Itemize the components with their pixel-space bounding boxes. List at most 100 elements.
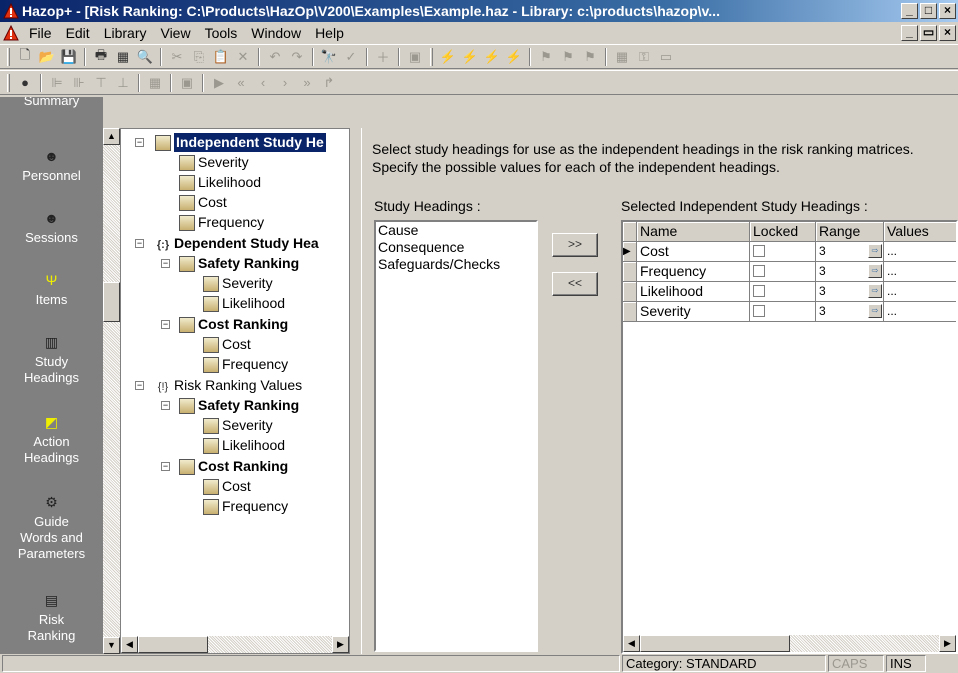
table-cell-values[interactable]: ... [884,242,956,262]
action-tool-1-icon[interactable]: ⚑ [536,47,556,67]
grid-scroll-thumb[interactable] [640,635,790,652]
delete-icon[interactable]: ✕ [233,47,253,67]
close-button[interactable]: × [939,3,956,19]
list-item[interactable]: Safeguards/Checks [376,256,536,273]
tree-hscrollbar[interactable]: ◀ ▶ [121,636,349,653]
record-icon[interactable]: ● [15,73,35,93]
collapse-icon[interactable]: − [161,320,170,329]
first-icon[interactable]: « [231,73,251,93]
table-cell-range[interactable]: 3 ⇨ [816,242,884,262]
tree-node[interactable]: Safety Ranking [179,254,299,273]
tree-node[interactable]: Likelihood [203,436,285,455]
mdi-close-button[interactable]: × [939,25,956,41]
grid-icon[interactable]: ▦ [145,73,165,93]
table-cell-values[interactable]: ... [884,282,956,302]
study-tree[interactable]: − Independent Study He Severity Likeliho… [120,128,350,654]
locked-checkbox[interactable] [750,242,816,262]
menu-help[interactable]: Help [308,24,351,42]
tree-node[interactable]: Likelihood [179,173,261,192]
collapse-icon[interactable]: − [135,239,144,248]
table-cell-range[interactable]: 3 ⇨ [816,262,884,282]
table-cell-name[interactable]: Severity [637,302,750,322]
locked-checkbox[interactable] [750,302,816,322]
risk-tool-3-icon[interactable]: ⚡ [482,47,502,67]
last-icon[interactable]: » [297,73,317,93]
key-icon[interactable]: ⚿ [634,47,654,67]
column-header-values[interactable]: Values [884,222,956,242]
range-edit-icon[interactable]: ⇨ [868,264,882,278]
nav-action-headings[interactable]: ◩ Action Headings [0,413,103,466]
menu-file[interactable]: File [22,24,59,42]
scroll-right-icon[interactable]: ▶ [332,636,349,653]
table-cell-values[interactable]: ... [884,262,956,282]
paste-icon[interactable]: 📋 [211,47,231,67]
tree-node[interactable]: Severity [179,153,249,172]
properties-icon[interactable]: ▣ [405,47,425,67]
tree-node[interactable]: Frequency [179,213,264,232]
nav-summary[interactable]: Summary [0,97,103,109]
print-preview-icon[interactable]: 🔍 [135,47,155,67]
find-icon[interactable]: 🔭 [319,47,339,67]
selected-headings-grid[interactable]: Name Locked Range Values ▶ Cost 3 ⇨ ... F… [621,220,958,654]
risk-tool-1-icon[interactable]: ⚡ [438,47,458,67]
add-icon[interactable]: ＋ [373,47,393,67]
nav-guide-words[interactable]: ⚙ Guide Words and Parameters [0,493,103,562]
align-top-icon[interactable]: ⊤ [91,73,111,93]
spelling-icon[interactable]: ✓ [341,47,361,67]
tree-node[interactable]: Cost [179,193,227,212]
range-edit-icon[interactable]: ⇨ [868,284,882,298]
risk-tool-4-icon[interactable]: ⚡ [504,47,524,67]
list-item[interactable]: Cause [376,222,536,239]
remove-heading-button[interactable]: << [552,272,598,296]
table-cell-range[interactable]: 3 ⇨ [816,302,884,322]
scroll-up-icon[interactable]: ▲ [103,128,120,145]
mdi-restore-button[interactable]: ▭ [920,25,937,41]
risk-tool-2-icon[interactable]: ⚡ [460,47,480,67]
toolbar-grip-2[interactable] [7,73,10,92]
checkbox-icon[interactable] [753,285,765,297]
tree-node[interactable]: Severity [203,416,273,435]
nav-study-headings[interactable]: ▥ Study Headings [0,333,103,386]
nav-sessions[interactable]: ☻ Sessions [0,209,103,246]
table-icon[interactable]: ▦ [612,47,632,67]
tree-node[interactable]: Safety Ranking [179,396,299,415]
save-icon[interactable]: 💾 [59,47,79,67]
table-cell-name[interactable]: Cost [637,242,750,262]
add-heading-button[interactable]: >> [552,233,598,257]
menu-window[interactable]: Window [244,24,308,42]
nav-scrollbar[interactable]: ▲ ▼ [103,128,120,654]
tree-scroll-thumb[interactable] [138,636,208,653]
form-icon[interactable]: ▭ [656,47,676,67]
collapse-icon[interactable]: − [161,462,170,471]
collapse-icon[interactable]: − [135,381,144,390]
tree-node[interactable]: {!} Risk Ranking Values [155,376,302,395]
action-tool-3-icon[interactable]: ⚑ [580,47,600,67]
nav-items[interactable]: Ψ Items [0,271,103,308]
tree-node[interactable]: Severity [203,274,273,293]
table-cell-values[interactable]: ... [884,302,956,322]
toolbar-grip[interactable] [7,47,10,66]
table-cell-name[interactable]: Frequency [637,262,750,282]
tree-node[interactable]: Likelihood [203,294,285,313]
tree-node[interactable]: Cost Ranking [179,315,288,334]
mdi-minimize-button[interactable]: _ [901,25,918,41]
tree-node[interactable]: Independent Study He [155,132,327,153]
copy-icon[interactable]: ⎘ [189,47,209,67]
scroll-left-icon[interactable]: ◀ [623,635,640,652]
menu-edit[interactable]: Edit [59,24,97,42]
list-item[interactable]: Consequence [376,239,536,256]
scroll-left-icon[interactable]: ◀ [121,636,138,653]
tree-node[interactable]: {:} Dependent Study Hea [155,234,319,253]
maximize-button[interactable]: □ [920,3,937,19]
previous-icon[interactable]: ‹ [253,73,273,93]
table-cell-name[interactable]: Likelihood [637,282,750,302]
print-icon[interactable]: 🖶 [91,47,111,67]
align-right-icon[interactable]: ⊪ [69,73,89,93]
range-edit-icon[interactable]: ⇨ [868,304,882,318]
minimize-button[interactable]: _ [901,3,918,19]
scroll-down-icon[interactable]: ▼ [103,637,120,654]
new-icon[interactable]: 🗋 [15,47,35,67]
next-icon[interactable]: › [275,73,295,93]
scroll-right-icon[interactable]: ▶ [939,635,956,652]
checkbox-icon[interactable] [753,305,765,317]
